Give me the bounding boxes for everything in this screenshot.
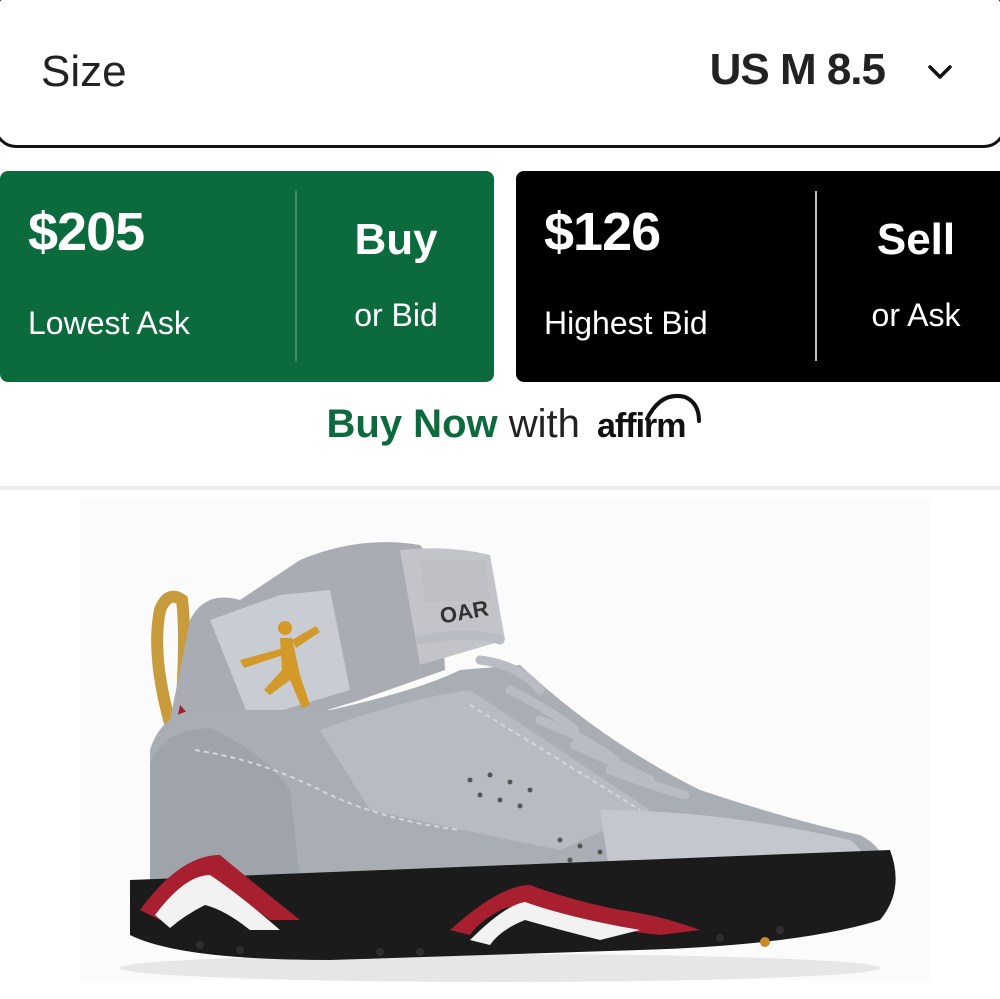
- buy-label[interactable]: Buy: [298, 215, 494, 265]
- lowest-ask-price: $205: [28, 202, 145, 262]
- sneaker-product-image[interactable]: OAR: [0, 490, 1000, 999]
- lowest-ask-label: Lowest Ask: [28, 305, 190, 341]
- or-ask-label[interactable]: or Ask: [818, 297, 1000, 334]
- product-image-area[interactable]: OAR: [0, 490, 1000, 999]
- sell-label[interactable]: Sell: [818, 215, 1000, 265]
- affirm-arc-icon: [645, 394, 702, 423]
- affirm-financing-link[interactable]: Buy Now with affirm: [0, 394, 1000, 447]
- buy-now-text[interactable]: Buy Now: [327, 402, 498, 446]
- chevron-down-icon[interactable]: [927, 59, 953, 85]
- affirm-logo: affirm: [597, 394, 702, 446]
- size-value[interactable]: US M 8.5: [710, 45, 886, 95]
- highest-bid-price: $126: [544, 202, 661, 262]
- sell-or-ask-button[interactable]: $126 Highest Bid Sell or Ask: [516, 171, 1000, 382]
- divider: [815, 191, 817, 361]
- highest-bid-label: Highest Bid: [544, 305, 708, 341]
- with-text: with: [508, 402, 580, 446]
- buy-or-bid-button[interactable]: $205 Lowest Ask Buy or Bid: [0, 171, 494, 382]
- size-selector[interactable]: Size US M 8.5: [0, 0, 1000, 148]
- divider: [295, 191, 297, 361]
- or-bid-label[interactable]: or Bid: [298, 297, 494, 334]
- size-label: Size: [41, 47, 127, 96]
